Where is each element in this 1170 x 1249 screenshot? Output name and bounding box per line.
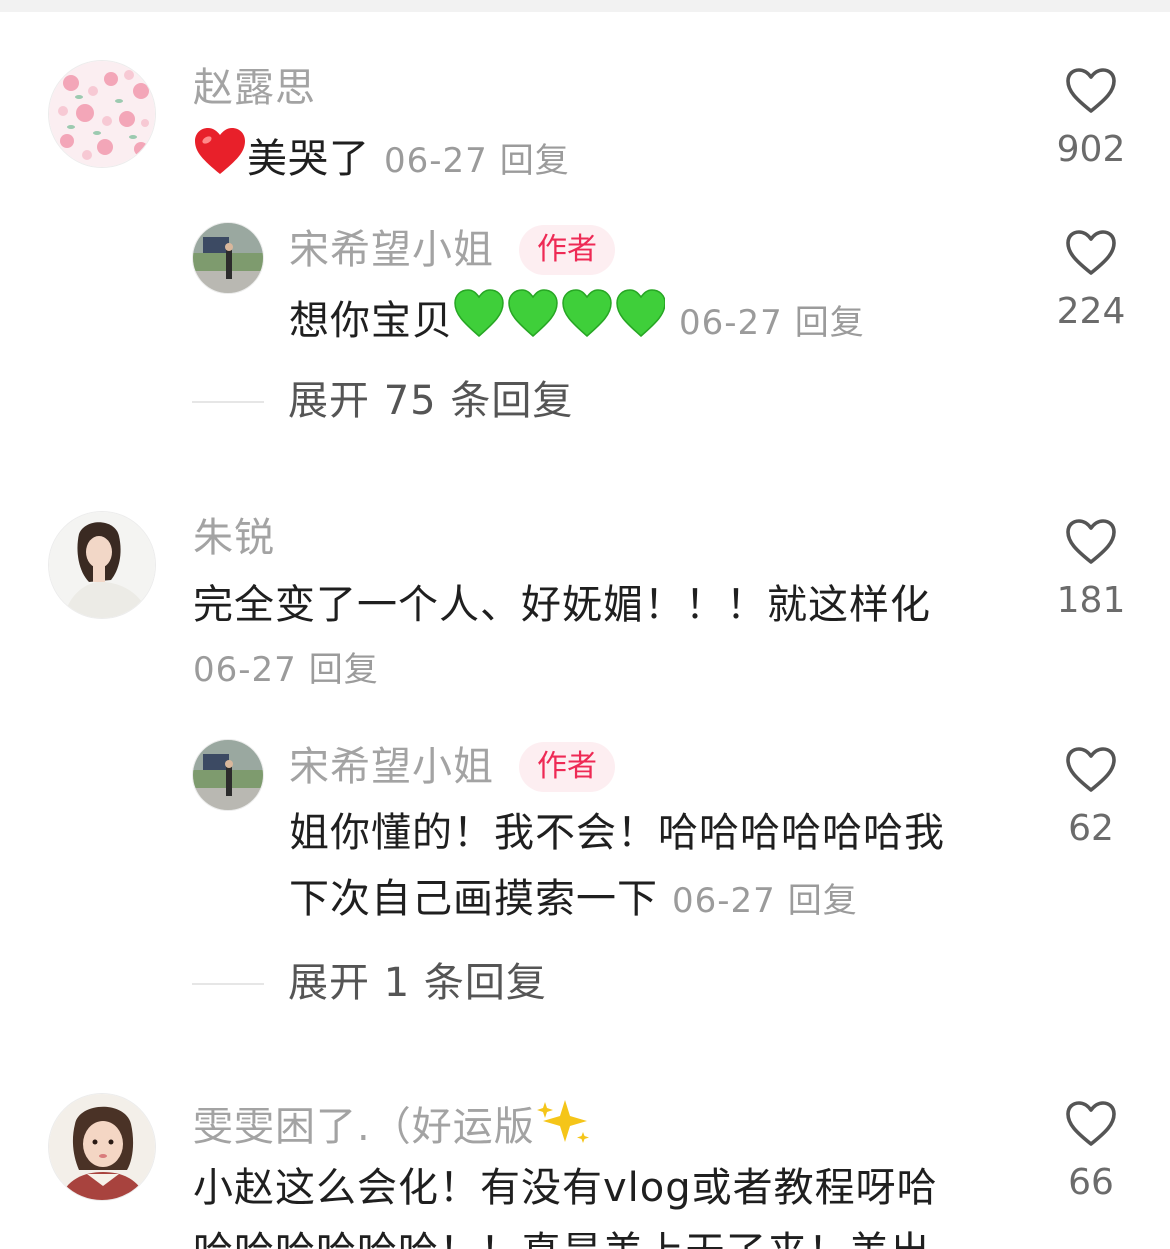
comment-text: 完全变了一个人、好妩媚！！！就这样化 — [193, 582, 931, 628]
avatar[interactable] — [48, 60, 156, 168]
heart-outline-icon — [1066, 68, 1116, 113]
comment-date: 06-27 — [384, 141, 488, 181]
like-button[interactable]: 224 — [1036, 228, 1146, 332]
comment-author-name[interactable]: 赵露思 — [193, 64, 316, 112]
like-count: 66 — [1068, 1162, 1114, 1203]
top-divider-strip — [0, 0, 1170, 12]
expand-replies-label: 展开 75 条回复 — [288, 378, 574, 424]
like-button[interactable]: 62 — [1036, 745, 1146, 849]
reply-text: 想你宝贝 06-27 回复 — [289, 288, 865, 351]
comment-text-content: 美哭了 — [247, 136, 370, 182]
reply-text-line: 下次自己画摸索一下 06-27 回复 — [289, 871, 858, 929]
expand-divider — [192, 401, 264, 403]
reply-author-name[interactable]: 宋希望小姐 — [289, 226, 494, 274]
comment-author-name-text: 雯雯困了.（好运版 — [193, 1104, 535, 1150]
reply-date: 06-27 — [672, 881, 776, 921]
reply-text-content: 下次自己画摸索一下 — [289, 876, 658, 922]
reply-date: 06-27 — [679, 303, 783, 343]
sparkles-emoji-icon — [536, 1100, 589, 1143]
comment-author-name[interactable]: 雯雯困了.（好运版 — [193, 1096, 593, 1151]
reply-author-name[interactable]: 宋希望小姐 — [289, 743, 494, 791]
reply-button[interactable]: 回复 — [500, 141, 570, 181]
comment-text-line: 哈哈哈哈哈哈！！真是美上天了来！美出 — [193, 1224, 931, 1249]
avatar[interactable] — [192, 739, 264, 811]
reply-button[interactable]: 回复 — [788, 881, 858, 921]
red-heart-emoji-icon — [195, 128, 245, 174]
like-button[interactable]: 66 — [1036, 1099, 1146, 1203]
like-button[interactable]: 902 — [1036, 66, 1146, 170]
comment-section: 赵露思 美哭了 06-27 回复 902 宋希望小姐 作者 想你宝贝 06-27… — [0, 0, 1170, 1249]
like-count: 181 — [1056, 580, 1126, 621]
like-count: 902 — [1056, 129, 1126, 170]
avatar[interactable] — [48, 1093, 156, 1201]
avatar[interactable] — [48, 511, 156, 619]
expand-replies-label: 展开 1 条回复 — [288, 960, 547, 1006]
heart-outline-icon — [1066, 230, 1116, 275]
person-outdoor-avatar-icon — [193, 740, 263, 810]
author-badge: 作者 — [519, 225, 615, 275]
heart-outline-icon — [1066, 1101, 1116, 1146]
girl-portrait-avatar-icon — [49, 1094, 155, 1200]
comment-author-name[interactable]: 朱锐 — [193, 514, 275, 562]
heart-outline-icon — [1066, 747, 1116, 792]
reply-text-content: 想你宝贝 — [289, 298, 453, 344]
heart-outline-icon — [1066, 519, 1116, 564]
comment-text-line: 小赵这么会化！有没有vlog或者教程呀哈 — [193, 1165, 938, 1211]
like-count: 62 — [1068, 808, 1114, 849]
avatar[interactable] — [192, 222, 264, 294]
author-badge: 作者 — [519, 742, 615, 792]
comment-date: 06-27 — [193, 650, 297, 690]
reply-button[interactable]: 回复 — [309, 650, 379, 690]
woman-portrait-avatar-icon — [49, 512, 155, 618]
comment-text: 美哭了 06-27 回复 — [193, 126, 570, 189]
floral-pattern-avatar-icon — [49, 61, 155, 167]
like-button[interactable]: 181 — [1036, 517, 1146, 621]
like-count: 224 — [1056, 291, 1126, 332]
reply-button[interactable]: 回复 — [795, 303, 865, 343]
person-outdoor-avatar-icon — [193, 223, 263, 293]
expand-divider — [192, 983, 264, 985]
reply-text-line: 姐你懂的！我不会！哈哈哈哈哈哈我 — [289, 810, 945, 856]
comment-meta: 06-27 回复 — [179, 646, 379, 694]
green-heart-emoji-icon — [454, 289, 665, 337]
